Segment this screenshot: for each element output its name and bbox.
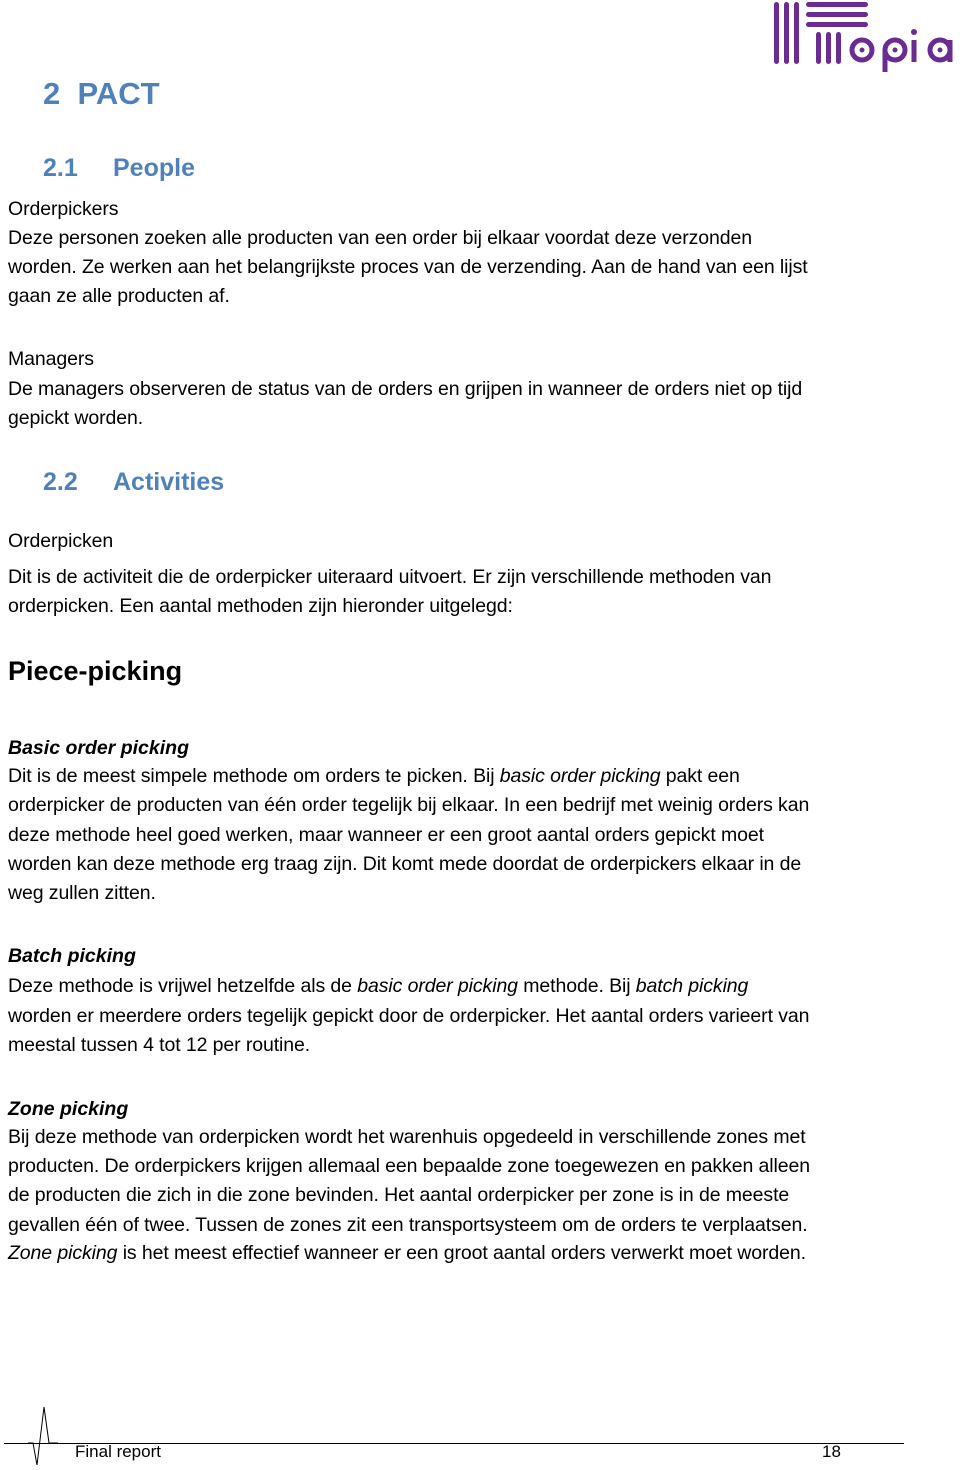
body-line: Dit is de meest simpele methode om order… <box>8 765 740 788</box>
subheading-piece-picking: Piece-picking <box>8 656 183 686</box>
text-run: methode. Bij <box>517 975 636 997</box>
body-line: gepickt worden. <box>8 407 144 429</box>
role-name-orderpickers: Orderpickers <box>8 198 119 220</box>
body-line: Deze personen zoeken alle producten van … <box>8 227 753 249</box>
method-title-batch: Batch picking <box>8 945 136 967</box>
italic-term: basic order picking <box>357 975 518 997</box>
body-line: orderpicker de producten van één order t… <box>8 794 810 816</box>
section-heading-people: 2.1 People <box>43 154 195 183</box>
chapter-number: 2 <box>43 76 61 111</box>
activity-name: Orderpicken <box>8 530 114 552</box>
section-number: 2.2 <box>43 468 78 496</box>
body-line: Dit is de activiteit die de orderpicker … <box>8 566 772 588</box>
footer-label: Final report <box>75 1442 161 1461</box>
logo-icon <box>774 2 953 72</box>
body-line: worden kan deze methode erg traag zijn. … <box>8 853 802 875</box>
body-line: weg zullen zitten. <box>8 882 156 904</box>
section-heading-activities: 2.2 Activities <box>43 468 224 497</box>
section-number: 2.1 <box>43 154 78 182</box>
topia-logo <box>770 0 960 76</box>
body-line: worden er meerdere orders tegelijk gepic… <box>8 1005 810 1027</box>
body-line: gaan ze alle producten af. <box>8 285 230 307</box>
body-line: gevallen één of twee. Tussen de zones zi… <box>8 1214 808 1236</box>
section-title: People <box>113 154 195 182</box>
method-title-basic: Basic order picking <box>8 737 189 759</box>
italic-term: basic order picking <box>499 765 661 787</box>
body-line: worden. Ze werken aan het belangrijkste … <box>8 256 808 278</box>
chapter-title: PACT <box>77 76 160 111</box>
italic-term: Zone picking <box>8 1242 118 1264</box>
role-name-managers: Managers <box>8 348 94 370</box>
italic-term: batch picking <box>635 975 749 997</box>
text-run: Deze methode is vrijwel hetzelfde als de <box>8 975 358 997</box>
body-line: orderpicken. Een aantal methoden zijn hi… <box>8 595 513 617</box>
page-number: 18 <box>822 1442 841 1461</box>
pulse-icon <box>28 1405 58 1466</box>
chapter-heading: 2 PACT <box>43 76 160 112</box>
method-title-zone: Zone picking <box>8 1098 129 1120</box>
body-line: de producten die zich in die zone bevind… <box>8 1184 790 1206</box>
body-line: Zone picking is het meest effectief wann… <box>8 1242 806 1265</box>
text-run: Dit is de meest simpele methode om order… <box>8 765 500 787</box>
text-run: is het meest effectief wanneer er een gr… <box>117 1242 806 1264</box>
section-title: Activities <box>113 468 225 496</box>
body-line: producten. De orderpickers krijgen allem… <box>8 1155 810 1177</box>
body-line: Bij deze methode van orderpicken wordt h… <box>8 1126 806 1148</box>
body-line: meestal tussen 4 tot 12 per routine. <box>8 1034 311 1056</box>
body-line: Deze methode is vrijwel hetzelfde als de… <box>8 975 748 998</box>
body-line: deze methode heel goed werken, maar wann… <box>8 824 764 846</box>
body-line: De managers observeren de status van de … <box>8 378 803 400</box>
text-run: pakt een <box>660 765 740 787</box>
